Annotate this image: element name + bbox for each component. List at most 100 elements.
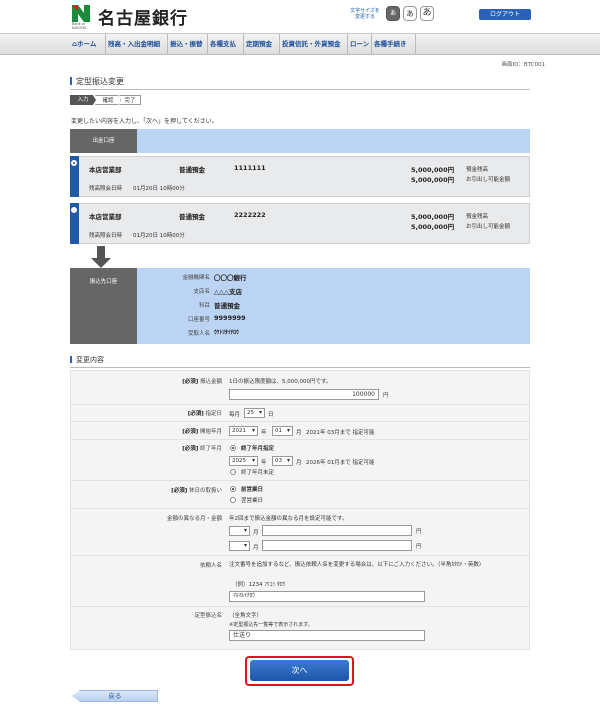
back-button[interactable]: 戻る (72, 690, 158, 702)
nav-procedures[interactable]: 各種手続き (372, 34, 416, 55)
amount-required: [必須] (182, 379, 199, 385)
nav-home[interactable]: ⌂ホーム (70, 34, 106, 55)
end-year-select[interactable]: 2025 (229, 456, 258, 466)
dest-number-label: 口座番号 (187, 317, 210, 323)
amount-label: [必須] 振込金額 (67, 377, 222, 385)
holiday-next-label: 翌営業日 (241, 498, 264, 504)
fixed-name-label: 定型振込名 (194, 613, 222, 619)
special-amount-2-input[interactable] (262, 540, 412, 551)
font-size-medium-button[interactable]: あ (403, 6, 417, 21)
row-divider (70, 606, 530, 607)
row-divider (70, 421, 530, 422)
fixed-name-note2: ※定型振込先一覧等で表示されます。 (229, 622, 313, 628)
start-month-unit: 月 (296, 430, 302, 436)
bank-name: 名古屋銀行 (98, 9, 188, 29)
nav-transfer[interactable]: 振込・振替 (168, 34, 208, 55)
account-1-updated: 01月20日 10時00分 (133, 186, 185, 192)
start-month-select[interactable]: 01 (272, 426, 293, 436)
special-month-1-select[interactable] (229, 526, 250, 536)
step-complete: 完了 (119, 95, 141, 105)
day-label-text: 指定日 (205, 411, 222, 417)
page-title: 定型振込変更 (70, 76, 530, 90)
special-month-2-select[interactable] (229, 541, 250, 551)
end-year-unit: 年 (261, 460, 267, 466)
requester-input[interactable]: ﾏﾙﾏﾙｲﾁﾛｳ (229, 591, 425, 602)
holiday-next-radio[interactable] (230, 497, 236, 503)
dest-number-value: 9999999 (214, 314, 246, 322)
nav-time-deposit[interactable]: 定期預金 (244, 34, 280, 55)
next-button[interactable]: 次へ (250, 660, 349, 681)
account-1-radio[interactable] (71, 160, 77, 166)
end-month-select[interactable]: 03 (272, 456, 293, 466)
row-divider (70, 439, 530, 440)
end-note: 2026年 01月まで 指定可能 (306, 460, 375, 466)
dest-bank-label: 金融機関名 (182, 275, 210, 281)
account-2-type: 普通預金 (179, 213, 205, 221)
nav-investment[interactable]: 投資信託・外貨預金 (280, 34, 348, 55)
dest-type-label: 科目 (198, 303, 210, 309)
row-divider (70, 555, 530, 556)
holiday-prev-radio[interactable] (230, 486, 236, 492)
account-1-available-label: お引出し可能金額 (466, 177, 511, 183)
holiday-required: [必須] (171, 488, 188, 494)
account-2-available: 5,000,000円 (411, 223, 455, 231)
end-label-text: 終了年月 (199, 446, 222, 452)
dest-bank-value: 〇〇〇銀行 (214, 274, 247, 282)
day-required: [必須] (187, 411, 204, 417)
account-2-number: 2222222 (234, 211, 266, 219)
nav-payment[interactable]: 各種支払 (208, 34, 244, 55)
start-year-select[interactable]: 2021 (229, 426, 258, 436)
account-2-updated: 01月20日 10時00分 (133, 233, 185, 239)
account-2-updated-label: 残高照会日時 (89, 233, 123, 239)
end-required: [必須] (182, 446, 199, 452)
amount-label-text: 振込金額 (199, 379, 222, 385)
end-label: [必須] 終了年月 (67, 444, 222, 452)
special-yen-2-unit: 円 (416, 544, 422, 550)
logout-button[interactable]: ログアウト (479, 9, 531, 20)
fixed-name-input[interactable]: 仕送り (229, 630, 425, 641)
font-size-small-button[interactable]: あ (386, 6, 400, 21)
account-2-available-label: お引出し可能金額 (466, 224, 511, 230)
holiday-label-text: 休日の取扱い (188, 488, 222, 494)
font-size-large-button[interactable]: あ (420, 6, 434, 21)
end-specify-label: 終了年月指定 (241, 446, 275, 452)
fixed-name-note1: （全角文字） (229, 613, 263, 619)
account-2-radio[interactable] (71, 207, 77, 213)
dest-branch-label: 支店名 (193, 289, 210, 295)
dest-type-value: 普通預金 (214, 302, 240, 310)
end-undecided-label: 終了年月未定 (241, 470, 275, 476)
account-2-branch: 本店営業部 (89, 213, 122, 221)
nav-loan[interactable]: ローン (348, 34, 372, 55)
dest-branch-value: △△△支店 (214, 288, 242, 296)
requester-note: 注文番号を追加するなど、振込依頼人名を変更する場合は、以下にご入力ください。（半… (229, 562, 485, 568)
end-undecided-radio[interactable] (230, 469, 236, 475)
source-account-band (70, 129, 530, 153)
day-label: [必須] 指定日 (67, 409, 222, 417)
special-amount-1-input[interactable] (262, 525, 412, 536)
dest-recipient-label: 受取人名 (187, 331, 210, 337)
amount-input[interactable]: 100000 (229, 389, 379, 400)
holiday-prev-label: 前営業日 (241, 487, 264, 493)
step-confirm: 確認 (95, 95, 121, 105)
down-arrow-head-icon (91, 258, 111, 268)
source-account-label: 出金口座 (70, 129, 137, 153)
day-select[interactable]: 25 (244, 408, 265, 418)
nav-balance[interactable]: 残高・入出金明細 (106, 34, 168, 55)
requester-label: 依頼人名 (199, 563, 222, 569)
font-size-label: 文字サイズを 変更する (350, 8, 380, 20)
holiday-label: [必須] 休日の取扱い (67, 486, 222, 494)
global-nav: ⌂ホーム 残高・入出金明細 振込・振替 各種支払 定期預金 投資信託・外貨預金 … (0, 33, 600, 55)
end-specify-radio[interactable] (230, 445, 236, 451)
start-required: [必須] (182, 429, 199, 435)
special-month-2-unit: 月 (253, 545, 259, 551)
account-2-balance: 5,000,000円 (411, 213, 455, 221)
start-label-text: 開始年月 (199, 429, 222, 435)
day-suffix: 日 (268, 412, 274, 418)
instruction-text: 変更したい内容を入力し、「次へ」を押してください。 (71, 118, 218, 125)
row-divider (70, 404, 530, 405)
special-label: 金額の異なる月・金額 (166, 516, 222, 522)
step-input: 入力 (70, 95, 96, 105)
day-prefix: 毎月 (229, 412, 241, 418)
destination-band (70, 268, 530, 344)
account-1-branch: 本店営業部 (89, 166, 122, 174)
